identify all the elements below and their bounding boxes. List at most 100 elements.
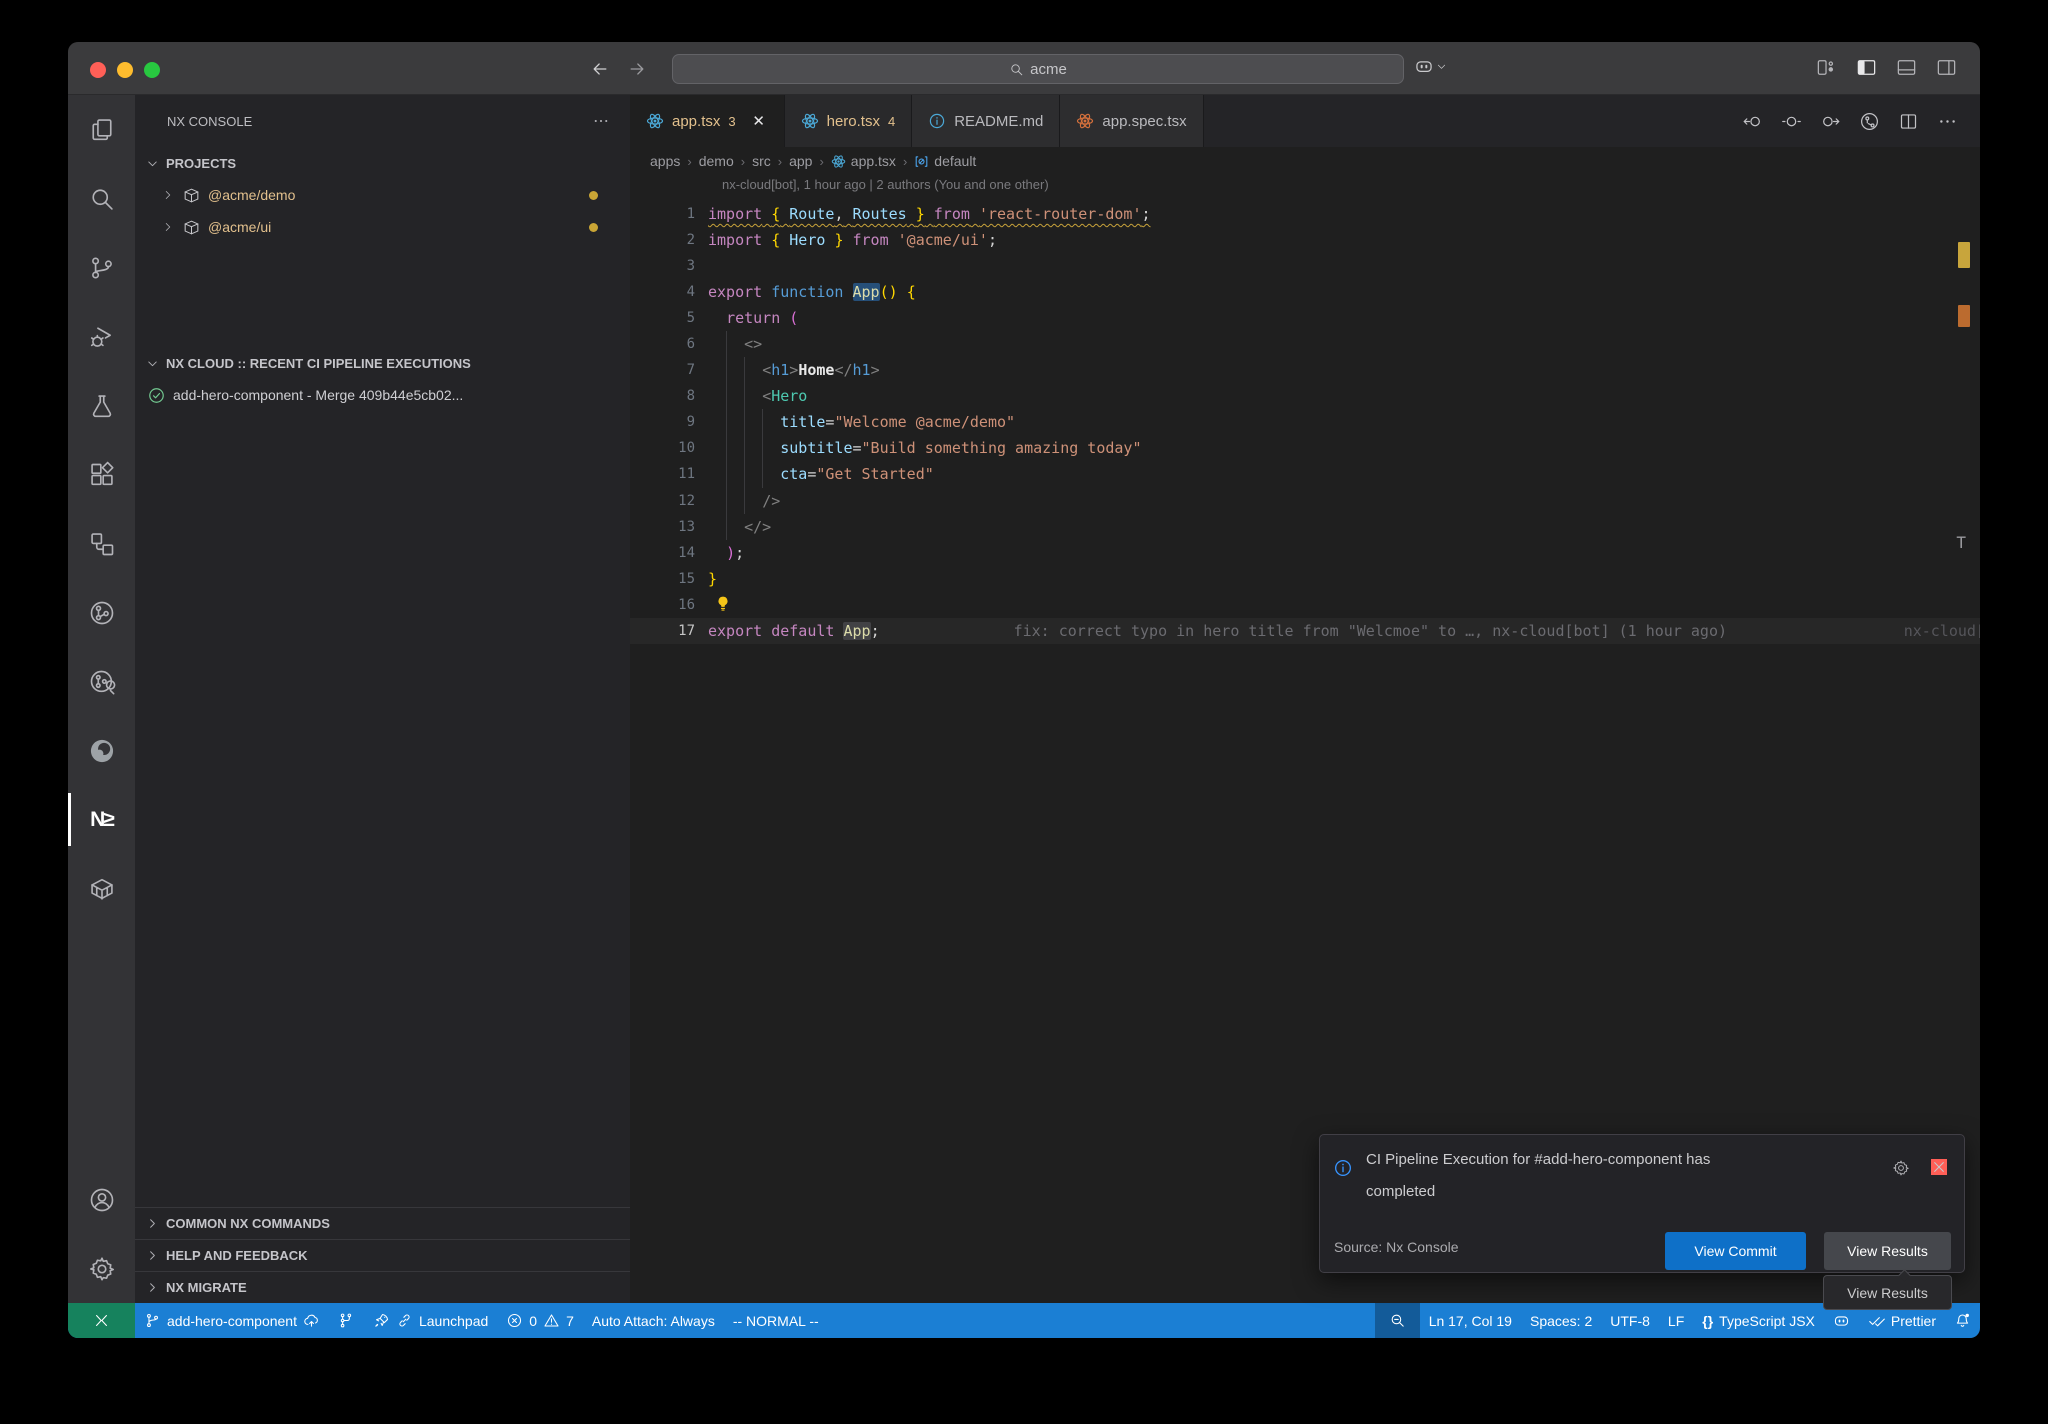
ellipsis-button[interactable]: [1937, 111, 1958, 132]
toggle-secondary-sidebar-button[interactable]: [1935, 56, 1958, 79]
breadcrumb-item-apps[interactable]: apps: [650, 153, 680, 169]
project-item[interactable]: @acme/ui: [135, 211, 630, 243]
navigate-forward-icon[interactable]: [624, 56, 650, 82]
ellipsis-icon: [592, 112, 610, 130]
activity-item-gitlens-search[interactable]: [68, 647, 135, 716]
activity-item-explorer[interactable]: [68, 95, 135, 164]
pipeline-execution-item[interactable]: add-hero-component - Merge 409b44e5cb02.…: [135, 379, 630, 411]
code-line-1[interactable]: 1import { Route, Routes } from 'react-ro…: [630, 201, 1980, 227]
run-circle-button[interactable]: [1859, 111, 1880, 132]
tab-label: app.tsx: [672, 113, 720, 130]
zoom-window-button[interactable]: [144, 62, 160, 78]
customize-layout-button[interactable]: [1815, 56, 1838, 79]
status-launchpad[interactable]: Launchpad: [364, 1303, 497, 1338]
activity-item-run-debug[interactable]: [68, 302, 135, 371]
open-change-button[interactable]: [1781, 111, 1802, 132]
status-cursor-position[interactable]: Ln 17, Col 19: [1420, 1303, 1521, 1338]
status-vim-mode[interactable]: -- NORMAL --: [724, 1303, 828, 1338]
debug-icon: [88, 323, 116, 351]
activity-item-containers[interactable]: [68, 854, 135, 923]
code-line-3[interactable]: 3: [630, 253, 1980, 279]
close-window-button[interactable]: [90, 62, 106, 78]
code-line-11[interactable]: 11 cta="Get Started": [630, 461, 1980, 487]
code-line-17[interactable]: 17nx-cloud[bexport default App;fix: corr…: [630, 618, 1980, 644]
status-remote-indicator[interactable]: [68, 1303, 135, 1338]
notification-settings-icon[interactable]: [1892, 1159, 1910, 1177]
activity-item-nx-console[interactable]: N≥: [68, 785, 135, 854]
command-center-search[interactable]: acme: [672, 54, 1404, 84]
notification-toast: CI Pipeline Execution for #add-hero-comp…: [1319, 1134, 1965, 1273]
breadcrumb-item-demo[interactable]: demo: [699, 153, 734, 169]
activity-item-edge-tools[interactable]: [68, 716, 135, 785]
code-line-2[interactable]: 2import { Hero } from '@acme/ui';: [630, 227, 1980, 253]
tab-app.spec.tsx[interactable]: app.spec.tsx: [1060, 95, 1203, 147]
code-line-10[interactable]: 10 subtitle="Build something amazing tod…: [630, 435, 1980, 461]
code-line-4[interactable]: 4export function App() {: [630, 279, 1980, 305]
code-line-16[interactable]: 16: [630, 592, 1980, 618]
status-problems[interactable]: 07: [497, 1303, 583, 1338]
breadcrumb-item-app[interactable]: app: [789, 153, 812, 169]
status-git-branch[interactable]: add-hero-component: [135, 1303, 329, 1338]
activity-item-testing[interactable]: [68, 371, 135, 440]
status-indentation[interactable]: Spaces: 2: [1521, 1303, 1601, 1338]
prev-change-icon: [1742, 111, 1763, 132]
status-language-mode[interactable]: {}TypeScript JSX: [1693, 1303, 1824, 1338]
activity-item-settings[interactable]: [68, 1234, 135, 1303]
status-auto-attach[interactable]: Auto Attach: Always: [583, 1303, 724, 1338]
activity-item-accounts[interactable]: [68, 1165, 135, 1234]
minimize-window-button[interactable]: [117, 62, 133, 78]
panel-bottom-icon: [1895, 56, 1918, 79]
code-line-14[interactable]: 14 );: [630, 540, 1980, 566]
status-eol[interactable]: LF: [1659, 1303, 1693, 1338]
prev-change-button[interactable]: [1742, 111, 1763, 132]
code-line-12[interactable]: 12 />: [630, 488, 1980, 514]
code-line-5[interactable]: 5 return (: [630, 305, 1980, 331]
project-item[interactable]: @acme/demo: [135, 179, 630, 211]
section-common-nx-commands[interactable]: COMMON NX COMMANDS: [135, 1207, 630, 1239]
lightbulb-icon[interactable]: [713, 594, 733, 614]
code-line-15[interactable]: 15}: [630, 566, 1980, 592]
line-number: 2: [630, 232, 708, 248]
activity-item-extensions[interactable]: [68, 440, 135, 509]
copilot-menu[interactable]: [1414, 56, 1447, 76]
activity-item-search[interactable]: [68, 164, 135, 233]
breadcrumb-item-default[interactable]: default: [914, 153, 976, 169]
tab-app.tsx[interactable]: app.tsx3✕: [630, 95, 785, 147]
activity-item-hierarchy[interactable]: [68, 509, 135, 578]
code-line-8[interactable]: 8 <Hero: [630, 383, 1980, 409]
toggle-panel-button[interactable]: [1895, 56, 1918, 79]
breadcrumb-item-app.tsx[interactable]: app.tsx: [831, 153, 896, 169]
activity-item-gitlens[interactable]: [68, 578, 135, 647]
overview-ruler-mark: [1958, 242, 1970, 268]
tab-label: README.md: [954, 113, 1043, 130]
activity-item-source-control[interactable]: [68, 233, 135, 302]
toggle-primary-sidebar-button[interactable]: [1855, 56, 1878, 79]
next-change-button[interactable]: [1820, 111, 1841, 132]
navigate-back-icon[interactable]: [587, 56, 613, 82]
breadcrumb-item-src[interactable]: src: [752, 153, 771, 169]
tab-close-icon[interactable]: ✕: [750, 112, 768, 130]
section-help-and-feedback[interactable]: HELP AND FEEDBACK: [135, 1239, 630, 1271]
section-nx-migrate[interactable]: NX MIGRATE: [135, 1271, 630, 1303]
sidebar-more-actions-icon[interactable]: [592, 112, 610, 130]
branch-icon: [144, 1312, 161, 1329]
code-line-6[interactable]: 6 <>: [630, 331, 1980, 357]
status-commit-graph[interactable]: [329, 1303, 364, 1338]
tab-hero.tsx[interactable]: hero.tsx4: [785, 95, 913, 147]
view-results-button[interactable]: View Results: [1824, 1232, 1951, 1270]
line-number: 4: [630, 284, 708, 300]
tab-README.md[interactable]: README.md: [912, 95, 1060, 147]
git-blame-annotation: nx-cloud[bot], 1 hour ago | 2 authors (Y…: [722, 177, 1049, 192]
code-line-7[interactable]: 7 <h1>Home</h1>: [630, 357, 1980, 383]
status-encoding[interactable]: UTF-8: [1601, 1303, 1659, 1338]
code-line-9[interactable]: 9 title="Welcome @acme/demo": [630, 409, 1980, 435]
breadcrumb[interactable]: apps›demo›src›app›app.tsx›default: [630, 147, 1980, 175]
notification-close-icon[interactable]: [1931, 1159, 1947, 1175]
split-button[interactable]: [1898, 111, 1919, 132]
section-nx-cloud[interactable]: NX CLOUD :: RECENT CI PIPELINE EXECUTION…: [135, 347, 630, 379]
code-line-13[interactable]: 13 </>: [630, 514, 1980, 540]
section-projects[interactable]: PROJECTS: [135, 147, 630, 179]
code-text: <h1>Home</h1>: [708, 361, 880, 379]
view-commit-button[interactable]: View Commit: [1665, 1232, 1806, 1270]
status-zoom-indicator[interactable]: [1375, 1303, 1420, 1338]
